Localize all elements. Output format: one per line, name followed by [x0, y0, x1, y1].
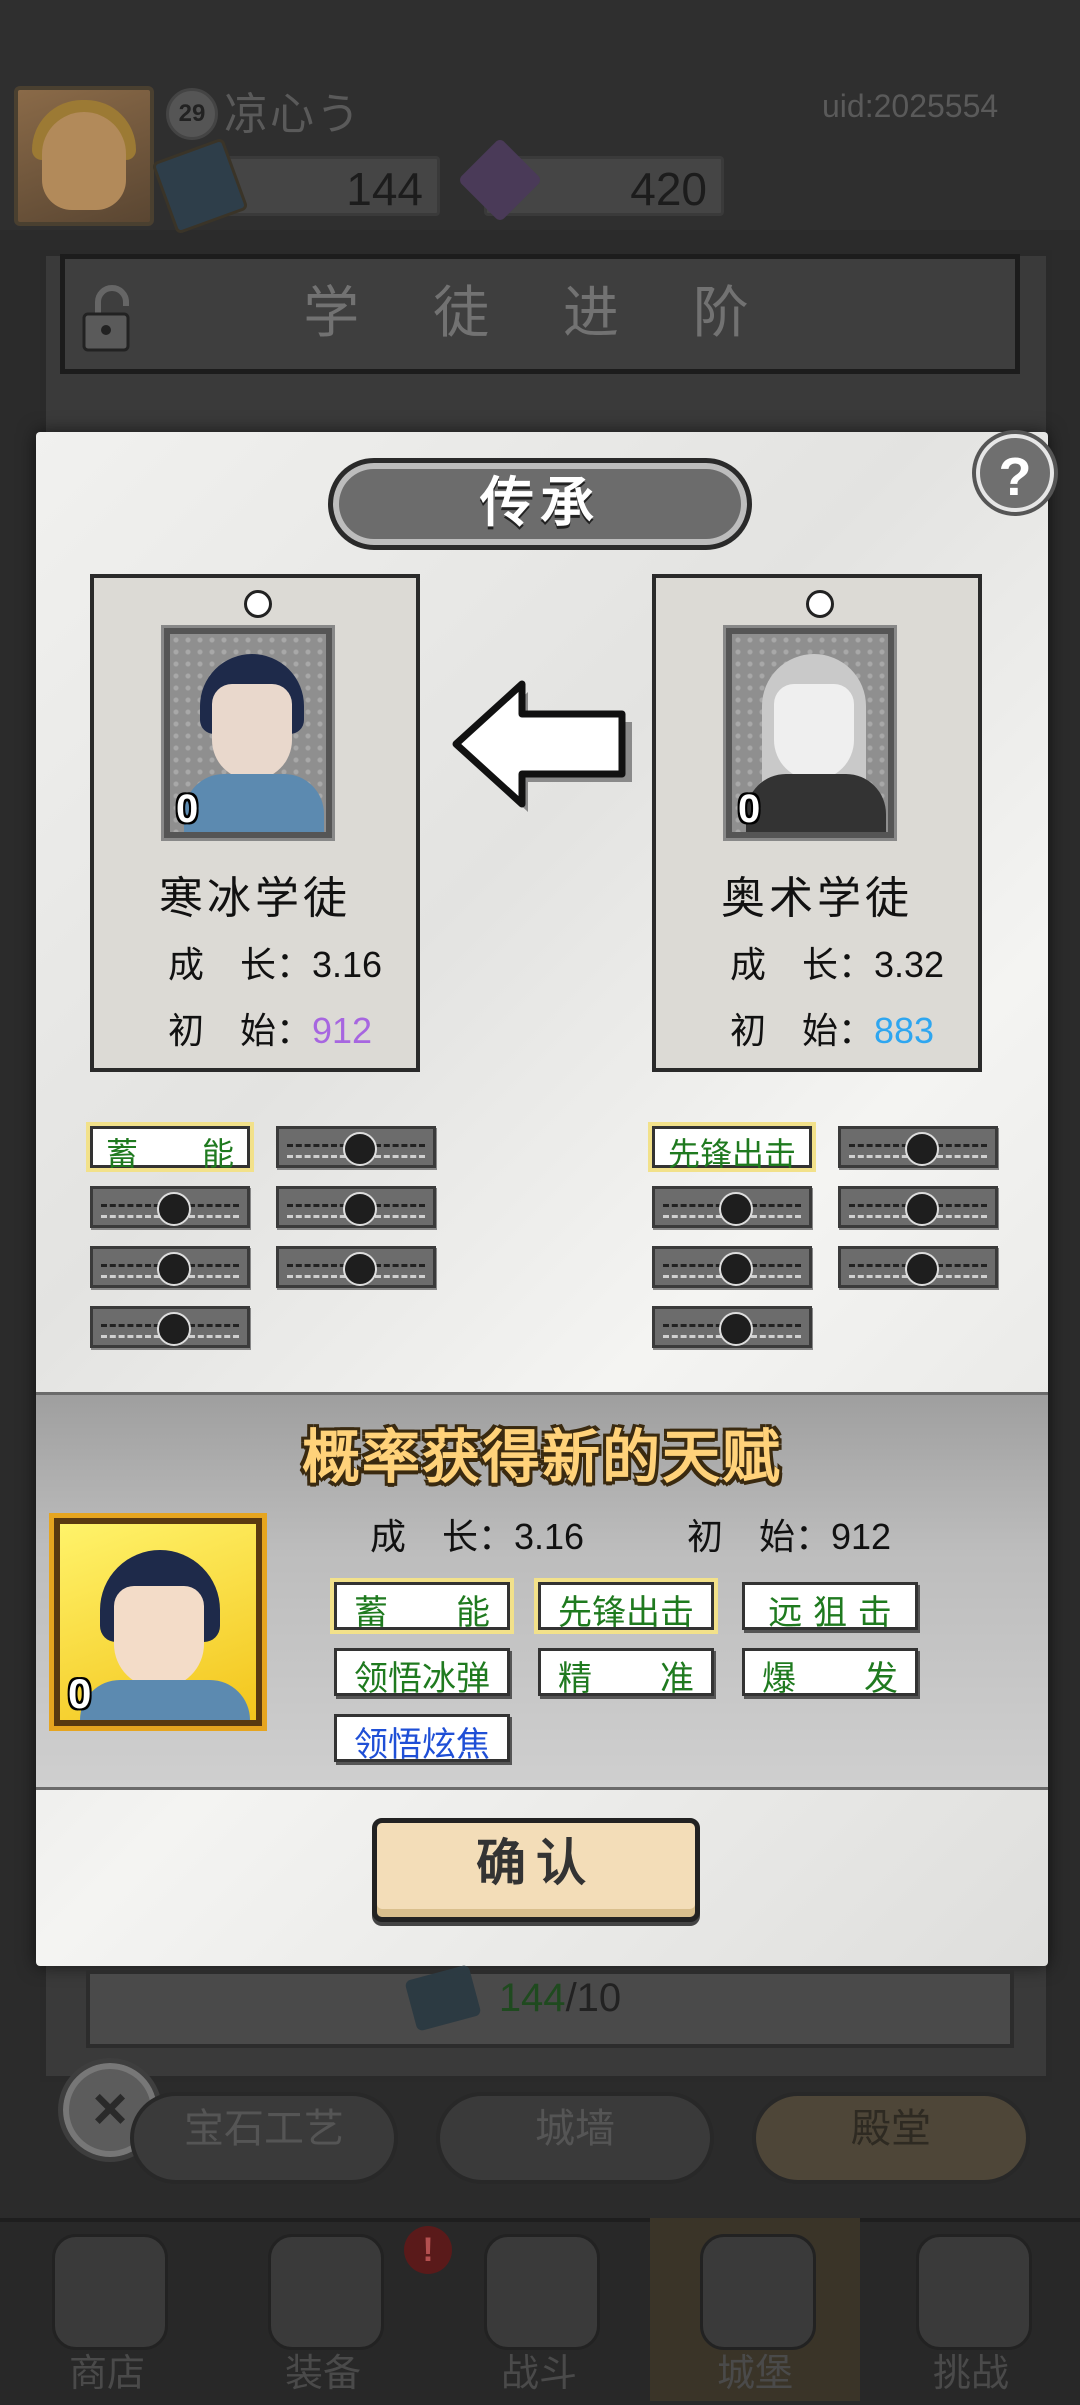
portrait-level: 0: [738, 787, 761, 831]
tab-city-wall[interactable]: 城墙: [436, 2092, 714, 2184]
lock-icon: [343, 1132, 377, 1166]
growth-label: 成 长：: [370, 1517, 515, 1558]
lock-icon: [343, 1252, 377, 1286]
lock-icon: [905, 1132, 939, 1166]
castle-icon: [700, 2234, 816, 2350]
result-talent[interactable]: 先锋出击: [538, 1582, 714, 1633]
nav-challenge-label: 挑战: [932, 2351, 1009, 2395]
shop-icon: [52, 2234, 168, 2350]
backpack-icon: [268, 2234, 384, 2350]
locked-talent-slot[interactable]: [276, 1246, 436, 1288]
player-avatar[interactable]: [14, 86, 154, 226]
locked-talent-slot[interactable]: [838, 1126, 998, 1168]
result-title: 概率获得新的天赋: [301, 1423, 782, 1491]
lock-icon: [719, 1192, 753, 1226]
locked-talent-slot[interactable]: [652, 1306, 812, 1348]
nav-equipment[interactable]: 装备: [218, 2218, 428, 2401]
portrait-level: 0: [176, 787, 199, 831]
locked-talent-slot[interactable]: [90, 1306, 250, 1348]
initial-value: 912: [831, 1516, 892, 1557]
portrait-level: 0: [68, 1670, 92, 1717]
tab-gem-craft[interactable]: 宝石工艺: [130, 2092, 398, 2184]
material-need: /10: [565, 1976, 622, 2020]
source-apprentice-card[interactable]: 0 奥术学徒 成 长：3.32 初 始：883: [652, 574, 982, 1072]
locked-talent-slot[interactable]: [652, 1246, 812, 1288]
apprentice-name: 奥术学徒: [721, 873, 913, 924]
inherit-arrow-left-icon: [452, 680, 632, 812]
locked-talent-slot[interactable]: [276, 1126, 436, 1168]
locked-talent-slot[interactable]: [652, 1186, 812, 1228]
lock-icon: [719, 1252, 753, 1286]
nav-shop[interactable]: 商店: [2, 2218, 212, 2401]
player-level-badge: 29: [166, 88, 218, 140]
locked-talent-slot[interactable]: [838, 1246, 998, 1288]
nav-castle[interactable]: 城堡: [650, 2218, 860, 2401]
growth-value: 3.16: [312, 944, 383, 985]
locked-talent-slot[interactable]: [90, 1186, 250, 1228]
lock-icon: [719, 1312, 753, 1346]
initial-value: 883: [874, 1010, 935, 1051]
talent-slot[interactable]: 蓄 能: [90, 1126, 250, 1173]
confirm-button[interactable]: 确认: [372, 1818, 700, 1922]
lock-icon: [905, 1192, 939, 1226]
lock-icon: [157, 1312, 191, 1346]
player-uid: uid:2025554: [822, 88, 999, 124]
result-talent[interactable]: 领悟炫焦: [334, 1714, 510, 1765]
initial-value: 912: [312, 1010, 373, 1051]
nav-challenge[interactable]: 挑战: [866, 2218, 1076, 2401]
talent-slot[interactable]: 先锋出击: [652, 1126, 812, 1173]
shield-icon: [916, 2234, 1032, 2350]
growth-label: 成 长：: [168, 945, 313, 986]
locked-talent-slot[interactable]: [838, 1186, 998, 1228]
initial-label: 初 始：: [730, 1011, 875, 1052]
nav-battle-label: 战斗: [500, 2351, 577, 2395]
nav-castle-label: 城堡: [716, 2351, 793, 2395]
target-apprentice-card[interactable]: 0 寒冰学徒 成 长：3.16 初 始：912: [90, 574, 420, 1072]
crossed-swords-icon: [484, 2234, 600, 2350]
help-button[interactable]: ?: [976, 434, 1054, 512]
result-apprentice-portrait: 0: [54, 1518, 262, 1726]
result-talent[interactable]: 爆 发: [742, 1648, 918, 1699]
material-count: 144/10: [0, 1976, 1080, 2021]
apprentice-name: 寒冰学徒: [159, 873, 351, 924]
modal-title: 传承: [480, 470, 600, 534]
nav-shop-label: 商店: [68, 2351, 145, 2395]
result-talent[interactable]: 领悟冰弹: [334, 1648, 510, 1699]
tab-hall[interactable]: 殿堂: [752, 2092, 1030, 2184]
lock-icon: [157, 1252, 191, 1286]
growth-label: 成 长：: [730, 945, 875, 986]
lock-icon: [905, 1252, 939, 1286]
nav-equipment-label: 装备: [284, 2351, 361, 2395]
result-stats: 成 长：3.16 初 始：912: [370, 1508, 891, 1560]
nav-battle[interactable]: 战斗: [434, 2218, 644, 2401]
page-title: 学 徒 进 阶: [303, 281, 777, 346]
player-name: 凉心う: [224, 89, 362, 140]
locked-talent-slot[interactable]: [276, 1186, 436, 1228]
result-talent[interactable]: 远 狙 击: [742, 1582, 918, 1633]
initial-label: 初 始：: [687, 1517, 832, 1558]
arcane-apprentice-portrait: 0: [726, 628, 894, 838]
growth-value: 3.32: [874, 944, 945, 985]
ice-apprentice-portrait: 0: [164, 628, 332, 838]
locked-talent-slot[interactable]: [90, 1246, 250, 1288]
lock-icon: [157, 1192, 191, 1226]
result-talent[interactable]: 精 准: [538, 1648, 714, 1699]
growth-value: 3.16: [514, 1516, 585, 1557]
initial-label: 初 始：: [168, 1011, 313, 1052]
result-talent[interactable]: 蓄 能: [334, 1582, 510, 1633]
material-have: 144: [498, 1976, 566, 2020]
lock-icon: [343, 1192, 377, 1226]
